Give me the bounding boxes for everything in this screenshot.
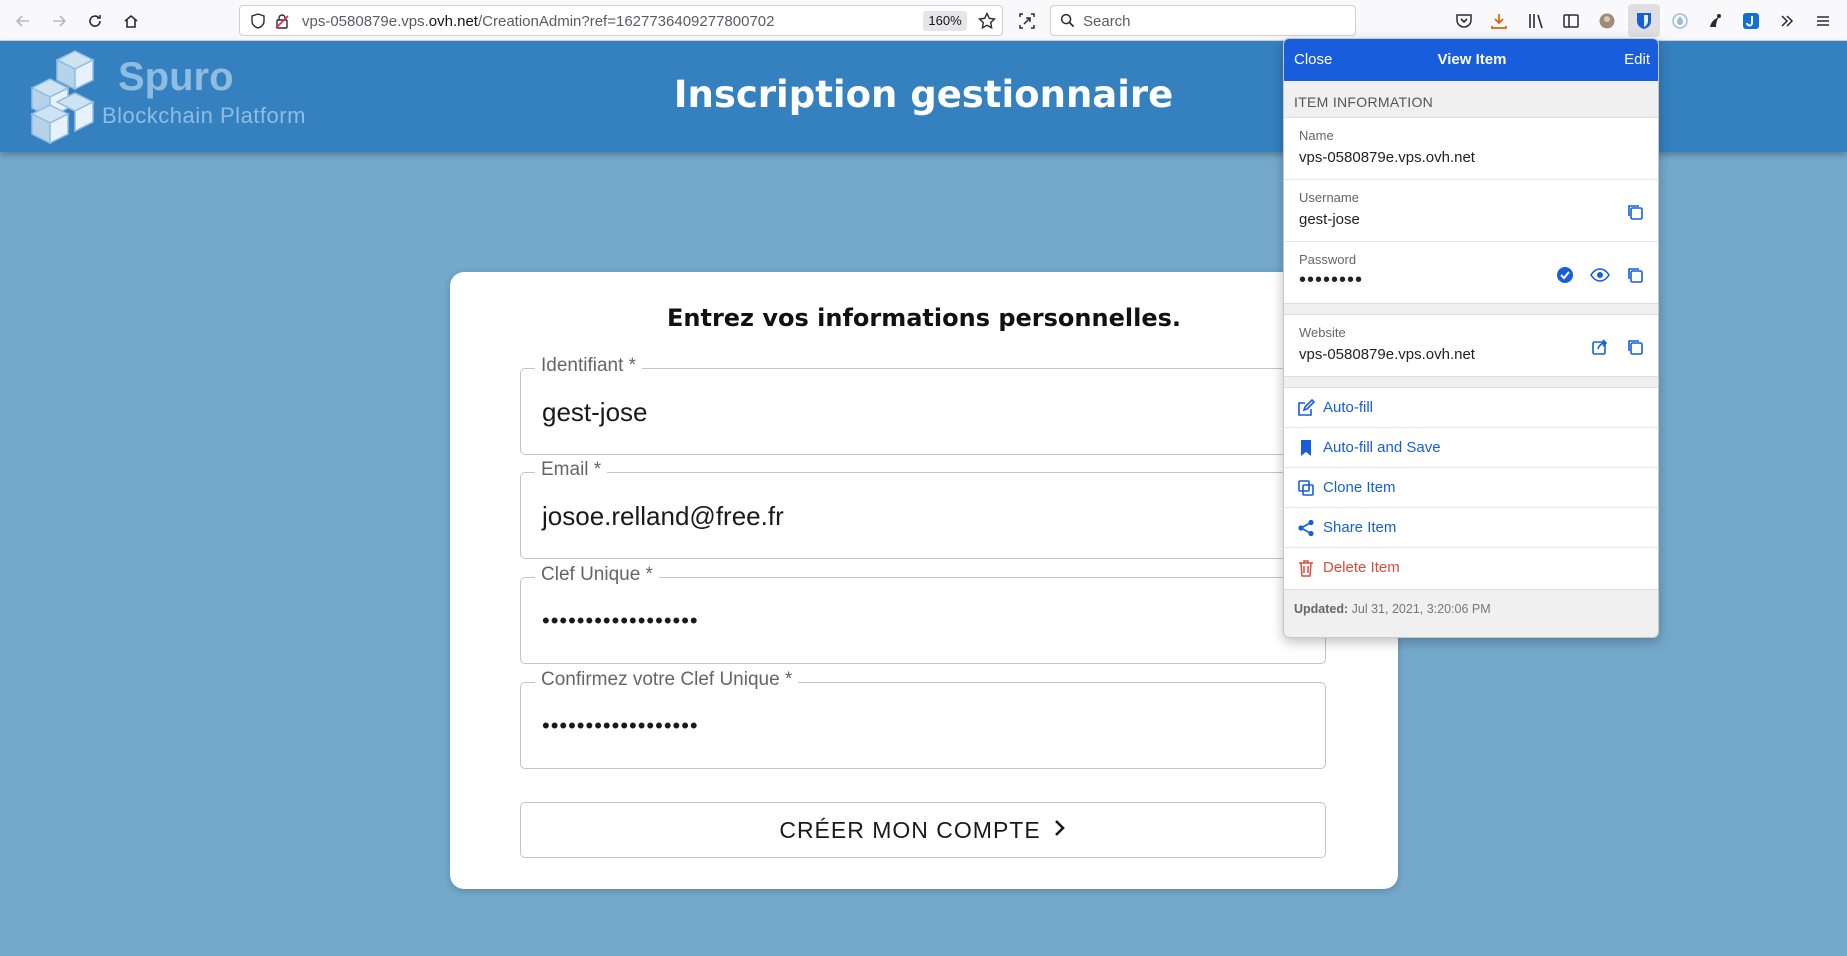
edit-icon <box>1296 398 1316 418</box>
email-field-label: Email * <box>535 459 608 481</box>
sidebar-icon[interactable] <box>1556 6 1586 36</box>
confirm-unique-key-field-value[interactable]: •••••••••••••••••• <box>542 713 699 739</box>
bookmark-star-icon[interactable] <box>977 11 997 35</box>
website-value: vps-0580879e.vps.ovh.net <box>1299 346 1475 363</box>
username-field[interactable]: Identifiant * gest-jose <box>520 355 1326 455</box>
forward-icon[interactable] <box>44 6 74 36</box>
chevron-right-icon <box>1053 818 1067 843</box>
clone-item-action[interactable]: Clone Item <box>1284 468 1658 508</box>
website-label: Website <box>1299 325 1346 340</box>
username-value: gest-jose <box>1299 211 1360 228</box>
download-icon[interactable] <box>1484 6 1514 36</box>
insecure-lock-icon[interactable] <box>274 13 290 34</box>
bookmark-icon <box>1296 438 1316 458</box>
create-account-button[interactable]: CRÉER MON COMPTE <box>520 802 1326 858</box>
website-row: Website vps-0580879e.vps.ovh.net <box>1284 315 1658 378</box>
gnome-extension-icon[interactable] <box>1700 6 1730 36</box>
home-icon[interactable] <box>116 6 146 36</box>
password-manager-popup: View Item Close Edit ITEM INFORMATION Na… <box>1283 38 1659 638</box>
url-prefix: vps-0580879e.vps. <box>302 13 429 30</box>
username-label: Username <box>1299 190 1359 205</box>
browser-toolbar: vps-0580879e.vps.ovh.net/CreationAdmin?r… <box>0 0 1847 41</box>
create-account-button-label: CRÉER MON COMPTE <box>779 816 1041 843</box>
search-bar[interactable]: Search <box>1050 5 1356 36</box>
url-path: /CreationAdmin?ref=1627736409277800702 <box>477 13 775 30</box>
updated-label: Updated: <box>1294 602 1349 616</box>
unique-key-field-value[interactable]: •••••••••••••••••• <box>542 608 699 634</box>
unique-key-field-label: Clef Unique * <box>535 564 659 586</box>
share-item-action[interactable]: Share Item <box>1284 508 1658 548</box>
check-password-icon[interactable] <box>1554 264 1576 286</box>
item-details-box: Name vps-0580879e.vps.ovh.net Username g… <box>1284 117 1658 305</box>
delete-item-label: Delete Item <box>1323 559 1400 576</box>
email-field[interactable]: Email * josoe.relland@free.fr <box>520 459 1326 559</box>
copy-website-icon[interactable] <box>1624 336 1646 358</box>
share-icon <box>1296 518 1316 538</box>
extension-avatar-icon[interactable] <box>1592 6 1622 36</box>
website-box: Website vps-0580879e.vps.ovh.net <box>1284 314 1658 378</box>
autofill-action[interactable]: Auto-fill <box>1284 388 1658 428</box>
username-row: Username gest-jose <box>1284 180 1658 242</box>
password-value: •••••••• <box>1299 269 1364 291</box>
autofill-and-save-label: Auto-fill and Save <box>1323 439 1441 456</box>
popup-close-button[interactable]: Close <box>1294 51 1332 68</box>
library-icon[interactable] <box>1521 6 1551 36</box>
launch-website-icon[interactable] <box>1589 336 1611 358</box>
shield-icon[interactable] <box>250 13 266 34</box>
unique-key-field[interactable]: Clef Unique * •••••••••••••••••• <box>520 564 1326 664</box>
popup-title: View Item <box>1437 51 1507 68</box>
pocket-icon[interactable] <box>1449 6 1479 36</box>
copy-password-icon[interactable] <box>1624 264 1646 286</box>
clone-item-label: Clone Item <box>1323 479 1396 496</box>
updated-value: Jul 31, 2021, 3:20:06 PM <box>1351 602 1491 616</box>
trash-icon <box>1296 558 1316 578</box>
confirm-unique-key-field-label: Confirmez votre Clef Unique * <box>535 669 799 691</box>
autofill-and-save-action[interactable]: Auto-fill and Save <box>1284 428 1658 468</box>
back-icon[interactable] <box>8 6 38 36</box>
drop-extension-icon[interactable] <box>1665 6 1695 36</box>
share-item-label: Share Item <box>1323 519 1397 536</box>
zoom-badge[interactable]: 160% <box>923 11 967 31</box>
password-manager-extension-icon[interactable] <box>1628 4 1660 37</box>
password-label: Password <box>1299 252 1357 267</box>
name-label: Name <box>1299 128 1334 143</box>
joplin-extension-icon[interactable] <box>1736 6 1766 36</box>
url-text[interactable]: vps-0580879e.vps.ovh.net/CreationAdmin?r… <box>302 13 774 30</box>
copy-username-icon[interactable] <box>1624 201 1646 223</box>
search-placeholder: Search <box>1083 13 1131 30</box>
search-icon <box>1060 13 1075 33</box>
name-value: vps-0580879e.vps.ovh.net <box>1299 149 1475 166</box>
popup-header: View Item Close Edit <box>1284 39 1658 81</box>
clone-icon <box>1296 478 1316 498</box>
confirm-unique-key-field[interactable]: Confirmez votre Clef Unique * ••••••••••… <box>520 669 1326 769</box>
password-row: Password •••••••• <box>1284 242 1658 305</box>
updated-timestamp: Updated: Jul 31, 2021, 3:20:06 PM <box>1294 602 1491 616</box>
form-heading: Entrez vos informations personnelles. <box>666 304 1181 332</box>
url-bar[interactable]: vps-0580879e.vps.ovh.net/CreationAdmin?r… <box>239 5 1003 36</box>
hamburger-menu-icon[interactable] <box>1808 6 1838 36</box>
show-password-eye-icon[interactable] <box>1589 264 1611 286</box>
autofill-label: Auto-fill <box>1323 399 1374 416</box>
item-information-title: ITEM INFORMATION <box>1294 94 1434 110</box>
screenshot-icon[interactable] <box>1012 6 1042 36</box>
email-field-value[interactable]: josoe.relland@free.fr <box>542 501 784 532</box>
popup-edit-button[interactable]: Edit <box>1624 51 1650 68</box>
reload-icon[interactable] <box>80 6 110 36</box>
overflow-chevron-icon[interactable] <box>1772 6 1802 36</box>
name-row: Name vps-0580879e.vps.ovh.net <box>1284 118 1658 180</box>
item-actions-box: Auto-fill Auto-fill and Save Clone Item … <box>1284 387 1658 590</box>
username-field-label: Identifiant * <box>535 355 643 377</box>
delete-item-action[interactable]: Delete Item <box>1284 548 1658 588</box>
username-field-value[interactable]: gest-jose <box>542 397 648 428</box>
url-domain: ovh.net <box>428 13 478 30</box>
registration-form-card: Entrez vos informations personnelles. Id… <box>450 272 1398 889</box>
